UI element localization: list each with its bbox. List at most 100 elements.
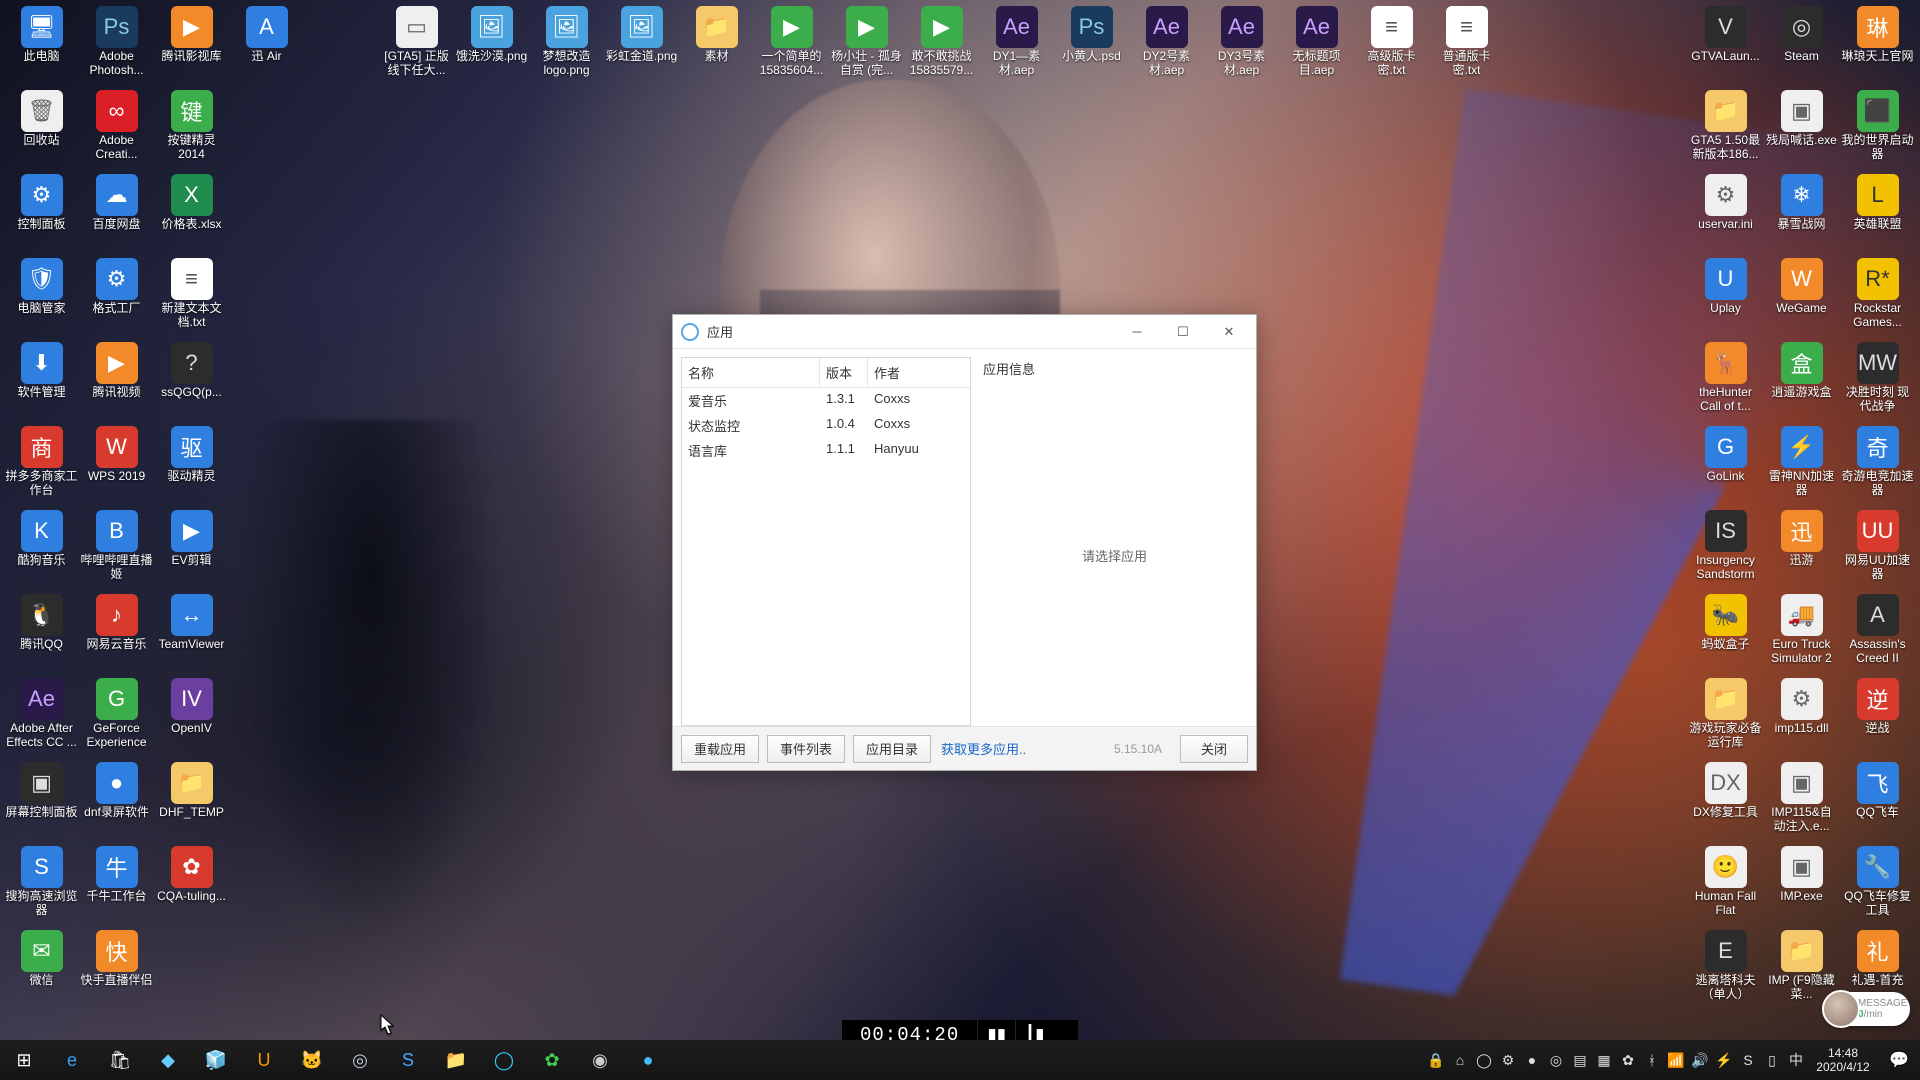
tray-t11-icon[interactable]: S	[1736, 1040, 1760, 1080]
maximize-button[interactable]: ☐	[1160, 316, 1206, 348]
desktop-icon[interactable]: S搜狗高速浏览器	[4, 844, 79, 928]
desktop-icon[interactable]: A迅 Air	[229, 4, 304, 88]
col-name[interactable]: 名称	[682, 358, 820, 387]
desktop-icon[interactable]: 盒逍遥游戏盒	[1764, 340, 1839, 424]
desktop-icon[interactable]: 快快手直播伴侣	[79, 928, 154, 1012]
taskbar-start[interactable]: ⊞	[0, 1040, 48, 1080]
desktop-icon[interactable]: ▶杨小壮 - 孤身自赏 (完...	[829, 4, 904, 88]
desktop-icon[interactable]: ↔TeamViewer	[154, 592, 229, 676]
desktop-icon[interactable]: ▶腾讯视频	[79, 340, 154, 424]
desktop-icon[interactable]: ▣IMP115&自动注入.e...	[1764, 760, 1839, 844]
desktop-icon[interactable]: X价格表.xlsx	[154, 172, 229, 256]
desktop-icon[interactable]: L英雄联盟	[1840, 172, 1915, 256]
taskbar-explorer[interactable]: 📁	[432, 1040, 480, 1080]
desktop-icon[interactable]: 📁游戏玩家必备运行库	[1688, 676, 1763, 760]
desktop-icon[interactable]: ▶腾讯影视库	[154, 4, 229, 88]
desktop-icon[interactable]: ◎Steam	[1764, 4, 1839, 88]
taskbar-edge[interactable]: e	[48, 1040, 96, 1080]
desktop-icon[interactable]: ⬛我的世界启动器	[1840, 88, 1915, 172]
tray-t6-icon[interactable]: ◎	[1544, 1040, 1568, 1080]
desktop-icon[interactable]: ≡普通版卡密.txt	[1429, 4, 1504, 88]
desktop-icon[interactable]: UU网易UU加速器	[1840, 508, 1915, 592]
desktop-icon[interactable]: 迅迅游	[1764, 508, 1839, 592]
desktop-icon[interactable]: 🖼梦想改造logo.png	[529, 4, 604, 88]
table-row[interactable]: 爱音乐1.3.1Coxxs	[682, 388, 970, 413]
taskbar-store[interactable]: 🛍	[96, 1040, 144, 1080]
desktop-icon[interactable]: ▶敢不敢挑战15835579...	[904, 4, 979, 88]
tray-t7-icon[interactable]: ▤	[1568, 1040, 1592, 1080]
taskbar-app4[interactable]: ◯	[480, 1040, 528, 1080]
desktop-icon[interactable]: 🗑回收站	[4, 88, 79, 172]
desktop-icon[interactable]: 📁GTA5 1.50最新版本186...	[1688, 88, 1763, 172]
desktop-icon[interactable]: UUplay	[1688, 256, 1763, 340]
desktop-icon[interactable]: 🙂Human Fall Flat	[1688, 844, 1763, 928]
desktop-icon[interactable]: K酷狗音乐	[4, 508, 79, 592]
desktop-icon[interactable]: AeDY3号素材.aep	[1204, 4, 1279, 88]
close-button[interactable]: ✕	[1206, 316, 1252, 348]
tray-t3-icon[interactable]: ◯	[1472, 1040, 1496, 1080]
message-pill[interactable]: MESSAGE 0/min	[1824, 992, 1910, 1026]
desktop-icon[interactable]: 逆逆战	[1840, 676, 1915, 760]
desktop-icon[interactable]: ▶EV剪辑	[154, 508, 229, 592]
desktop-icon[interactable]: 🖼彩虹金道.png	[604, 4, 679, 88]
desktop-icon[interactable]: IVOpenIV	[154, 676, 229, 760]
desktop-icon[interactable]: 🐧腾讯QQ	[4, 592, 79, 676]
col-version[interactable]: 版本	[820, 358, 868, 387]
desktop-icon[interactable]: ⚙格式工厂	[79, 256, 154, 340]
tray-t4-icon[interactable]: ⚙	[1496, 1040, 1520, 1080]
tray-t2-icon[interactable]: ⌂	[1448, 1040, 1472, 1080]
desktop-icon[interactable]: ▣屏幕控制面板	[4, 760, 79, 844]
desktop-icon[interactable]: Ps小黄人.psd	[1054, 4, 1129, 88]
desktop-icon[interactable]: 🐜蚂蚁盒子	[1688, 592, 1763, 676]
table-row[interactable]: 状态监控1.0.4Coxxs	[682, 413, 970, 438]
desktop-icon[interactable]: 琳琳琅天上官网	[1840, 4, 1915, 88]
tray-vol-icon[interactable]: 🔊	[1688, 1040, 1712, 1080]
desktop-icon[interactable]: 🔧QQ飞车修复工具	[1840, 844, 1915, 928]
close-dialog-button[interactable]: 关闭	[1180, 735, 1248, 763]
col-author[interactable]: 作者	[868, 358, 970, 387]
tray-t8-icon[interactable]: ▦	[1592, 1040, 1616, 1080]
taskbar-obs[interactable]: ◉	[576, 1040, 624, 1080]
tray-t9-icon[interactable]: ✿	[1616, 1040, 1640, 1080]
desktop-icon[interactable]: E逃离塔科夫（单人）	[1688, 928, 1763, 1012]
desktop-icon[interactable]: ❄暴雪战网	[1764, 172, 1839, 256]
desktop-icon[interactable]: ▣IMP.exe	[1764, 844, 1839, 928]
desktop-icon[interactable]: ⚙imp115.dll	[1764, 676, 1839, 760]
desktop-icon[interactable]: ?ssQGQ(p...	[154, 340, 229, 424]
tray-bt-icon[interactable]: ᚼ	[1640, 1040, 1664, 1080]
taskbar-sogou[interactable]: S	[384, 1040, 432, 1080]
taskbar-uc[interactable]: U	[240, 1040, 288, 1080]
desktop-icon[interactable]: WWeGame	[1764, 256, 1839, 340]
desktop-icon[interactable]: ▭[GTA5] 正版线下任大...	[379, 4, 454, 88]
desktop-icon[interactable]: 奇奇游电竞加速器	[1840, 424, 1915, 508]
desktop-icon[interactable]: B哔哩哔哩直播姬	[79, 508, 154, 592]
titlebar[interactable]: 应用 ─ ☐ ✕	[673, 315, 1256, 349]
desktop-icon[interactable]: ⬇软件管理	[4, 340, 79, 424]
desktop-icon[interactable]: GGeForce Experience	[79, 676, 154, 760]
desktop-icon[interactable]: WWPS 2019	[79, 424, 154, 508]
desktop-icon[interactable]: 📁素材	[679, 4, 754, 88]
desktop-icon[interactable]: ⚙控制面板	[4, 172, 79, 256]
desktop-icon[interactable]: ISInsurgency Sandstorm	[1688, 508, 1763, 592]
desktop-icon[interactable]: ☁百度网盘	[79, 172, 154, 256]
desktop-icon[interactable]: AAssassin's Creed II	[1840, 592, 1915, 676]
desktop-icon[interactable]: 🦌theHunter Call of t...	[1688, 340, 1763, 424]
more-apps-link[interactable]: 获取更多应用..	[941, 739, 1026, 758]
table-row[interactable]: 语言库1.1.1Hanyuu	[682, 438, 970, 463]
tray-net-icon[interactable]: 📶	[1664, 1040, 1688, 1080]
taskbar-app1[interactable]: ◆	[144, 1040, 192, 1080]
desktop-icon[interactable]: 🖥此电脑	[4, 4, 79, 88]
desktop-icon[interactable]: ⚡雷神NN加速器	[1764, 424, 1839, 508]
desktop-icon[interactable]: AeAdobe After Effects CC ...	[4, 676, 79, 760]
desktop-icon[interactable]: 飞QQ飞车	[1840, 760, 1915, 844]
desktop-icon[interactable]: 牛千牛工作台	[79, 844, 154, 928]
desktop-icon[interactable]: ♪网易云音乐	[79, 592, 154, 676]
desktop-icon[interactable]: DXDX修复工具	[1688, 760, 1763, 844]
taskbar-app3[interactable]: 🐱	[288, 1040, 336, 1080]
tray-t1-icon[interactable]: 🔒	[1424, 1040, 1448, 1080]
tray-t12-icon[interactable]: ▯	[1760, 1040, 1784, 1080]
desktop-icon[interactable]: MW决胜时刻 现代战争	[1840, 340, 1915, 424]
desktop-icon[interactable]: 🖼饿洗沙漠.png	[454, 4, 529, 88]
clock[interactable]: 14:48 2020/4/12	[1808, 1046, 1878, 1074]
action-center-icon[interactable]: 💬	[1878, 1050, 1920, 1070]
